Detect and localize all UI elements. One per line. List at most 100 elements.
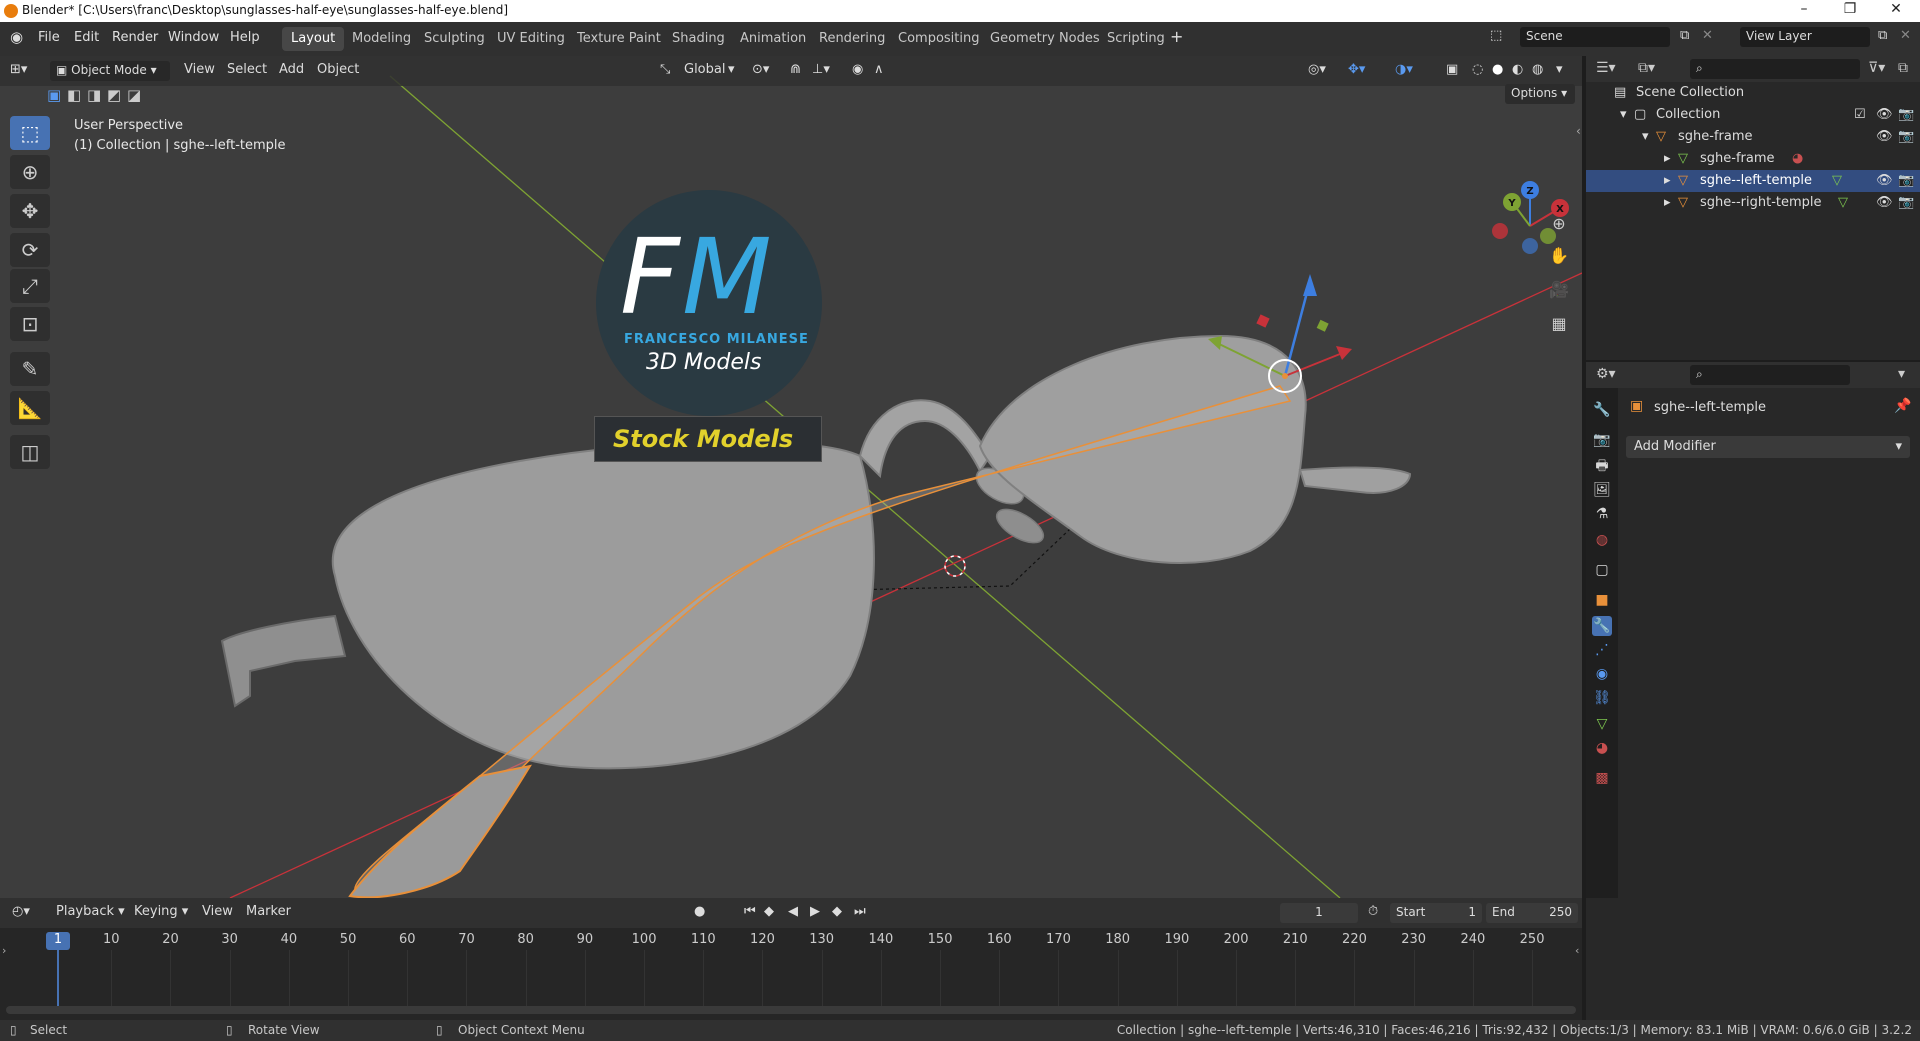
transform-orientation-dropdown[interactable]: Global: [684, 62, 725, 77]
scene-selector-icon[interactable]: ⬚: [1490, 28, 1502, 43]
tab-animation[interactable]: Animation: [731, 27, 815, 51]
object-tab-icon[interactable]: ■: [1592, 590, 1612, 610]
properties-search-input[interactable]: ⌕: [1690, 365, 1850, 385]
visibility-eye-icon[interactable]: 👁: [1876, 173, 1893, 188]
new-view-layer-icon[interactable]: ⧉: [1878, 28, 1887, 43]
record-icon[interactable]: ●: [694, 904, 705, 919]
blender-menu-icon[interactable]: ◉: [10, 28, 23, 46]
visibility-eye-icon[interactable]: 👁: [1876, 195, 1893, 210]
tab-scripting[interactable]: Scripting: [1098, 27, 1174, 51]
menu-help[interactable]: Help: [230, 30, 260, 45]
properties-editor-type-icon[interactable]: ⚙▾: [1596, 366, 1616, 382]
wireframe-shading-icon[interactable]: ◌: [1472, 62, 1483, 77]
filter-icon[interactable]: ⊽▾: [1868, 60, 1885, 76]
3d-viewport[interactable]: Z X Y ⊞▾ ▣ Object Mode ▾ View Select Add…: [0, 56, 1582, 898]
select-mode-extend-icon[interactable]: ◧: [67, 86, 81, 104]
output-tab-icon[interactable]: 🖶: [1592, 456, 1612, 476]
select-box-tool[interactable]: ⬚: [10, 116, 50, 150]
menu-object[interactable]: Object: [317, 62, 359, 77]
select-mode-intersect-icon[interactable]: ◪: [127, 86, 141, 104]
menu-view[interactable]: View: [184, 62, 215, 77]
transform-tool[interactable]: ⊡: [10, 307, 50, 341]
zoom-icon[interactable]: ⊕: [1545, 210, 1573, 238]
scale-tool[interactable]: ⤢: [10, 269, 50, 303]
tool-tab-icon[interactable]: 🔧: [1592, 400, 1612, 420]
collection-tab-icon[interactable]: ▢: [1592, 560, 1612, 580]
annotate-tool[interactable]: ✎: [10, 352, 50, 386]
select-mode-invert-icon[interactable]: ◩: [107, 86, 121, 104]
pin-icon[interactable]: 📌: [1894, 398, 1911, 414]
outliner-editor-type-icon[interactable]: ☰▾: [1596, 60, 1616, 76]
rendered-shading-icon[interactable]: ◍: [1532, 62, 1543, 77]
shading-options-icon[interactable]: ▾: [1556, 62, 1563, 77]
tab-modeling[interactable]: Modeling: [343, 27, 420, 51]
tab-layout[interactable]: Layout: [282, 27, 345, 51]
material-tab-icon[interactable]: ◕: [1592, 738, 1612, 758]
particles-tab-icon[interactable]: ⋰: [1592, 640, 1612, 660]
timeline-editor-type-icon[interactable]: ◴▾: [12, 904, 30, 919]
jump-end-icon[interactable]: ⏭: [854, 904, 866, 919]
render-camera-icon[interactable]: 📷: [1898, 173, 1914, 188]
next-keyframe-icon[interactable]: ◆: [832, 904, 842, 919]
menu-marker[interactable]: Marker: [246, 904, 291, 919]
falloff-icon[interactable]: ∧: [874, 62, 884, 77]
new-collection-icon[interactable]: ⧉: [1898, 60, 1908, 76]
outliner-display-mode-icon[interactable]: ⧉▾: [1638, 60, 1655, 76]
timeline-right-arrow-icon[interactable]: ‹: [1575, 944, 1579, 957]
render-camera-icon[interactable]: 📷: [1898, 107, 1914, 122]
cursor-tool[interactable]: ⊕: [10, 155, 50, 189]
tab-sculpting[interactable]: Sculpting: [415, 27, 494, 51]
visibility-eye-icon[interactable]: 👁: [1876, 129, 1893, 144]
move-tool[interactable]: ✥: [10, 194, 50, 228]
menu-playback[interactable]: Playback ▾: [56, 904, 125, 919]
expand-arrow-icon[interactable]: ▾: [1620, 107, 1627, 122]
data-tab-icon[interactable]: ▽: [1592, 714, 1612, 734]
play-icon[interactable]: ▶: [810, 904, 820, 919]
stopwatch-icon[interactable]: ⏱: [1368, 904, 1378, 919]
view-layer-field[interactable]: View Layer: [1740, 27, 1870, 47]
close-button[interactable]: ✕: [1876, 1, 1916, 17]
view-layer-tab-icon[interactable]: 🖼: [1592, 480, 1612, 500]
menu-timeline-view[interactable]: View: [202, 904, 233, 919]
outliner-row-scene-collection[interactable]: ▤ Scene Collection: [1586, 82, 1920, 104]
xray-icon[interactable]: ▣: [1446, 62, 1458, 77]
orientation-chevron-icon[interactable]: ▾: [728, 62, 735, 77]
texture-tab-icon[interactable]: ▩: [1592, 768, 1612, 788]
frame-ruler[interactable]: 1 10 20 30 40 50 60 70 80 90 100 110 120 130 140 150 160…: [0, 928, 1582, 950]
properties-options-icon[interactable]: ▾: [1898, 366, 1905, 382]
tab-rendering[interactable]: Rendering: [810, 27, 894, 51]
world-tab-icon[interactable]: ◍: [1592, 530, 1612, 550]
minimize-button[interactable]: –: [1784, 1, 1824, 17]
outliner-search-input[interactable]: ⌕: [1690, 59, 1860, 79]
menu-window[interactable]: Window: [168, 30, 219, 45]
outliner-row-sghe-frame-mesh[interactable]: ▸ ▽ sghe-frame ◕: [1586, 148, 1920, 170]
outliner-row-right-temple[interactable]: ▸ ▽ sghe--right-temple ▽ 👁 📷: [1586, 192, 1920, 214]
expand-arrow-icon[interactable]: ▸: [1664, 195, 1671, 210]
exclude-checkbox[interactable]: ☑: [1854, 107, 1866, 122]
proportional-edit-icon[interactable]: ◉: [852, 62, 863, 77]
scene-tab-icon[interactable]: ⚗: [1592, 504, 1612, 524]
outliner-row-collection[interactable]: ▾ ▢ Collection ☑ 👁 📷: [1586, 104, 1920, 126]
sidebar-toggle-icon[interactable]: ‹: [1576, 124, 1581, 138]
transform-orientation-icon[interactable]: ⤡: [660, 62, 670, 77]
add-cube-tool[interactable]: ◫: [10, 435, 50, 469]
menu-add[interactable]: Add: [279, 62, 304, 77]
end-frame-field[interactable]: End 250: [1486, 903, 1578, 923]
pan-hand-icon[interactable]: ✋: [1545, 242, 1573, 270]
menu-render[interactable]: Render: [112, 30, 158, 45]
new-scene-icon[interactable]: ⧉: [1680, 28, 1689, 43]
outliner-row-left-temple[interactable]: ▸ ▽ sghe--left-temple ▽ 👁 📷: [1586, 170, 1920, 192]
prev-keyframe-icon[interactable]: ◆: [764, 904, 774, 919]
timeline-scrollbar[interactable]: [6, 1006, 1576, 1014]
options-dropdown[interactable]: Options ▾: [1505, 84, 1575, 104]
modifier-tab-icon[interactable]: 🔧: [1592, 616, 1612, 636]
scene-name-field[interactable]: Scene: [1520, 27, 1670, 47]
expand-arrow-icon[interactable]: ▾: [1642, 129, 1649, 144]
pivot-point-icon[interactable]: ⊙▾: [752, 62, 769, 77]
tab-uv-editing[interactable]: UV Editing: [488, 27, 574, 51]
material-shading-icon[interactable]: ◐: [1512, 62, 1523, 77]
maximize-button[interactable]: ❐: [1830, 1, 1870, 17]
select-mode-subtract-icon[interactable]: ◨: [87, 86, 101, 104]
render-camera-icon[interactable]: 📷: [1898, 129, 1914, 144]
tab-geometry-nodes[interactable]: Geometry Nodes: [981, 27, 1109, 51]
